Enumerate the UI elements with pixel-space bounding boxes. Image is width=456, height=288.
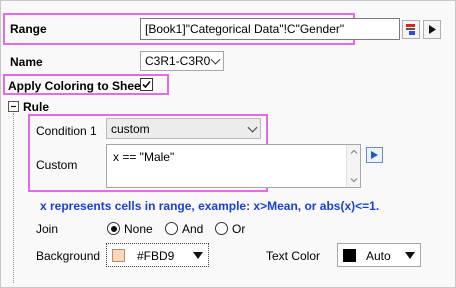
rule-tree-line <box>13 113 14 283</box>
range-arrow-button[interactable] <box>423 20 441 39</box>
rule-collapse-toggle[interactable] <box>8 101 19 112</box>
select-range-icon <box>406 24 415 35</box>
play-arrow-icon <box>371 151 378 159</box>
condition-value: custom <box>111 121 150 136</box>
join-none-label: None <box>124 222 153 236</box>
apply-coloring-checkbox[interactable] <box>140 78 153 91</box>
background-label: Background <box>36 249 101 263</box>
condition-label: Condition 1 <box>36 124 97 138</box>
background-value: #FBD9 <box>137 249 175 263</box>
custom-textarea[interactable]: x == "Male" <box>106 144 361 188</box>
custom-label: Custom <box>36 158 78 172</box>
scroll-down-icon[interactable] <box>347 175 361 185</box>
text-color-dropdown[interactable]: Auto <box>337 243 421 267</box>
rule-label: Rule <box>23 100 50 114</box>
background-swatch <box>112 249 125 262</box>
range-label: Range <box>10 22 47 36</box>
join-and-label: And <box>182 222 204 236</box>
dropdown-triangle-icon <box>405 252 415 259</box>
range-value: [Book1]"Categorical Data"!C"Gender" <box>145 22 345 36</box>
name-value: C3R1-C3R0 <box>145 54 211 68</box>
play-arrow-icon <box>429 25 436 34</box>
custom-scrollbar[interactable] <box>346 145 360 187</box>
join-none-radio[interactable] <box>107 222 120 235</box>
range-input[interactable]: [Book1]"Categorical Data"!C"Gender" <box>140 18 400 40</box>
text-color-label: Text Color <box>266 249 321 263</box>
text-color-value: Auto <box>366 249 391 263</box>
condition-dropdown[interactable]: custom <box>106 118 261 139</box>
range-select-button[interactable] <box>402 20 420 39</box>
join-or-label: Or <box>232 222 246 236</box>
background-color-dropdown[interactable]: #FBD9 <box>106 243 209 267</box>
join-label: Join <box>36 222 59 236</box>
dropdown-triangle-icon <box>193 252 203 259</box>
custom-expand-button[interactable] <box>366 147 383 163</box>
custom-value: x == "Male" <box>113 150 175 164</box>
apply-coloring-label: Apply Coloring to Sheet <box>8 79 145 93</box>
join-and-radio[interactable] <box>165 222 178 235</box>
text-color-swatch <box>343 249 356 262</box>
minus-icon <box>11 105 16 108</box>
chevron-down-icon <box>210 54 221 65</box>
checkmark-icon <box>142 80 151 89</box>
hint-text: x represents cells in range, example: x>… <box>40 199 380 213</box>
scroll-up-icon[interactable] <box>347 147 361 157</box>
chevron-down-icon <box>247 122 258 133</box>
name-label: Name <box>10 55 43 69</box>
join-or-radio[interactable] <box>215 222 228 235</box>
name-dropdown[interactable]: C3R1-C3R0 <box>140 51 224 71</box>
